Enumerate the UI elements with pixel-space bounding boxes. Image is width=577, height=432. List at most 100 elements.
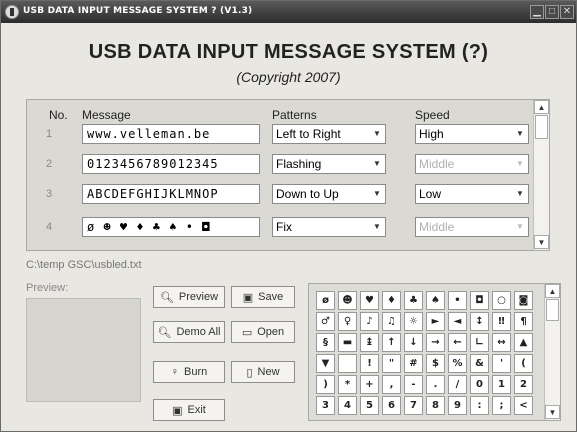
charmap-cell[interactable]: : [470,396,489,415]
charmap-cell[interactable]: ☻ [338,291,357,310]
charmap-cell[interactable]: & [470,354,489,373]
charmap-cell[interactable]: < [514,396,533,415]
charmap-cell[interactable]: , [382,375,401,394]
scroll-down-icon[interactable]: ▼ [545,405,560,419]
new-button[interactable]: ▯ New [231,361,295,383]
charmap-cell[interactable]: ) [316,375,335,394]
charmap-cell[interactable]: ' [492,354,511,373]
chevron-down-icon: ▼ [516,222,524,231]
charmap-cell[interactable]: ! [360,354,379,373]
charmap-cell[interactable]: ¶ [514,312,533,331]
charmap-cell[interactable]: ○ [492,291,511,310]
charmap-cell[interactable]: * [338,375,357,394]
charmap-cell[interactable]: • [448,291,467,310]
charmap-cell[interactable]: ◙ [514,291,533,310]
pattern-select[interactable]: Down to Up ▼ [272,184,386,204]
charmap-cell[interactable]: 6 [382,396,401,415]
scroll-up-icon[interactable]: ▲ [545,284,560,298]
message-input[interactable]: ABCDEFGHIJKLMNOP [82,184,260,204]
charmap-cell[interactable] [338,354,357,373]
charmap-cell[interactable]: # [404,354,423,373]
preview-button[interactable]: 🔍︎ Preview [153,286,225,308]
close-button[interactable]: ✕ [560,5,574,19]
charmap-cell[interactable]: - [404,375,423,394]
charmap-cell[interactable]: ♠ [426,291,445,310]
folder-open-icon: ▭ [241,326,253,339]
chevron-down-icon[interactable]: ▼ [515,189,525,199]
charmap-cell[interactable]: ↕ [470,312,489,331]
scroll-thumb[interactable] [546,299,559,321]
charmap-cell[interactable]: 5 [360,396,379,415]
charmap-cell[interactable]: ◄ [448,312,467,331]
charmap-cell[interactable]: + [360,375,379,394]
pattern-select[interactable]: Fix ▼ [272,217,386,237]
speed-select[interactable]: High ▼ [415,124,529,144]
charmap-cell[interactable]: ø [316,291,335,310]
charmap-cell[interactable]: ; [492,396,511,415]
charmap-cell[interactable]: ▬ [338,333,357,352]
save-button[interactable]: ▣ Save [231,286,295,308]
charmap-cell[interactable]: ↑ [382,333,401,352]
chevron-down-icon[interactable]: ▼ [372,189,382,199]
open-button[interactable]: ▭ Open [231,321,295,343]
charmap-cell[interactable]: ► [426,312,445,331]
charmap-cell[interactable]: 1 [492,375,511,394]
charmap-cell[interactable]: / [448,375,467,394]
scroll-up-icon[interactable]: ▲ [534,100,549,114]
charmap-cell[interactable]: ↔ [492,333,511,352]
charmap-cell[interactable]: ♣ [404,291,423,310]
charmap-cell[interactable]: 9 [448,396,467,415]
pattern-select[interactable]: Flashing ▼ [272,154,386,174]
charmap-cell[interactable]: ← [448,333,467,352]
exit-button[interactable]: ▣ Exit [153,399,225,421]
charmap-cell[interactable]: 2 [514,375,533,394]
magnifier-icon: 🔍︎ [157,326,172,339]
column-header-no: No. [49,108,68,122]
chevron-down-icon[interactable]: ▼ [372,159,382,169]
charmap-cell[interactable]: 4 [338,396,357,415]
charmap-cell[interactable]: ♥ [360,291,379,310]
charmap-cell[interactable]: 7 [404,396,423,415]
charmap-cell[interactable]: ♀ [338,312,357,331]
scroll-down-icon[interactable]: ▼ [534,235,549,249]
charmap-cell[interactable]: ☼ [404,312,423,331]
charmap-cell[interactable]: " [382,354,401,373]
chevron-down-icon[interactable]: ▼ [372,222,382,232]
charmap-cell[interactable]: ♦ [382,291,401,310]
charmap-cell[interactable]: . [426,375,445,394]
charmap-cell[interactable]: 3 [316,396,335,415]
charmap-cell[interactable]: ◘ [470,291,489,310]
charmap-cell[interactable]: ↨ [360,333,379,352]
burn-button[interactable]: ♀ Burn [153,361,225,383]
chevron-down-icon[interactable]: ▼ [372,129,382,139]
charmap-cell[interactable]: ▲ [514,333,533,352]
charmap-cell[interactable]: 8 [426,396,445,415]
charmap-scrollbar[interactable]: ▲ ▼ [544,284,560,420]
demo-all-button[interactable]: 🔍︎ Demo All [153,321,225,343]
charmap-cell[interactable]: ♫ [382,312,401,331]
title-bar[interactable]: USB DATA INPUT MESSAGE SYSTEM ? (V1.3) ▁… [1,1,576,23]
message-input[interactable]: 0123456789012345 [82,154,260,174]
charmap-cell[interactable]: ♪ [360,312,379,331]
charmap-cell[interactable]: $ [426,354,445,373]
minimize-button[interactable]: ▁ [530,5,544,19]
charmap-cell[interactable]: 0 [470,375,489,394]
charmap-cell[interactable]: % [448,354,467,373]
table-scrollbar[interactable]: ▲ ▼ [533,100,549,250]
charmap-cell[interactable]: ( [514,354,533,373]
scroll-thumb[interactable] [535,115,548,139]
charmap-cell[interactable]: ∟ [470,333,489,352]
new-document-icon: ▯ [246,366,253,379]
message-input[interactable]: www.velleman.be [82,124,260,144]
pattern-select[interactable]: Left to Right ▼ [272,124,386,144]
charmap-cell[interactable]: → [426,333,445,352]
chevron-down-icon[interactable]: ▼ [515,129,525,139]
charmap-cell[interactable]: ▼ [316,354,335,373]
charmap-cell[interactable]: ♂ [316,312,335,331]
charmap-cell[interactable]: ↓ [404,333,423,352]
maximize-button[interactable]: □ [545,5,559,19]
speed-select[interactable]: Low ▼ [415,184,529,204]
charmap-cell[interactable]: § [316,333,335,352]
message-input[interactable]: ø ☻ ♥ ♦ ♣ ♠ • ◘ [82,217,260,237]
charmap-cell[interactable]: ‼ [492,312,511,331]
